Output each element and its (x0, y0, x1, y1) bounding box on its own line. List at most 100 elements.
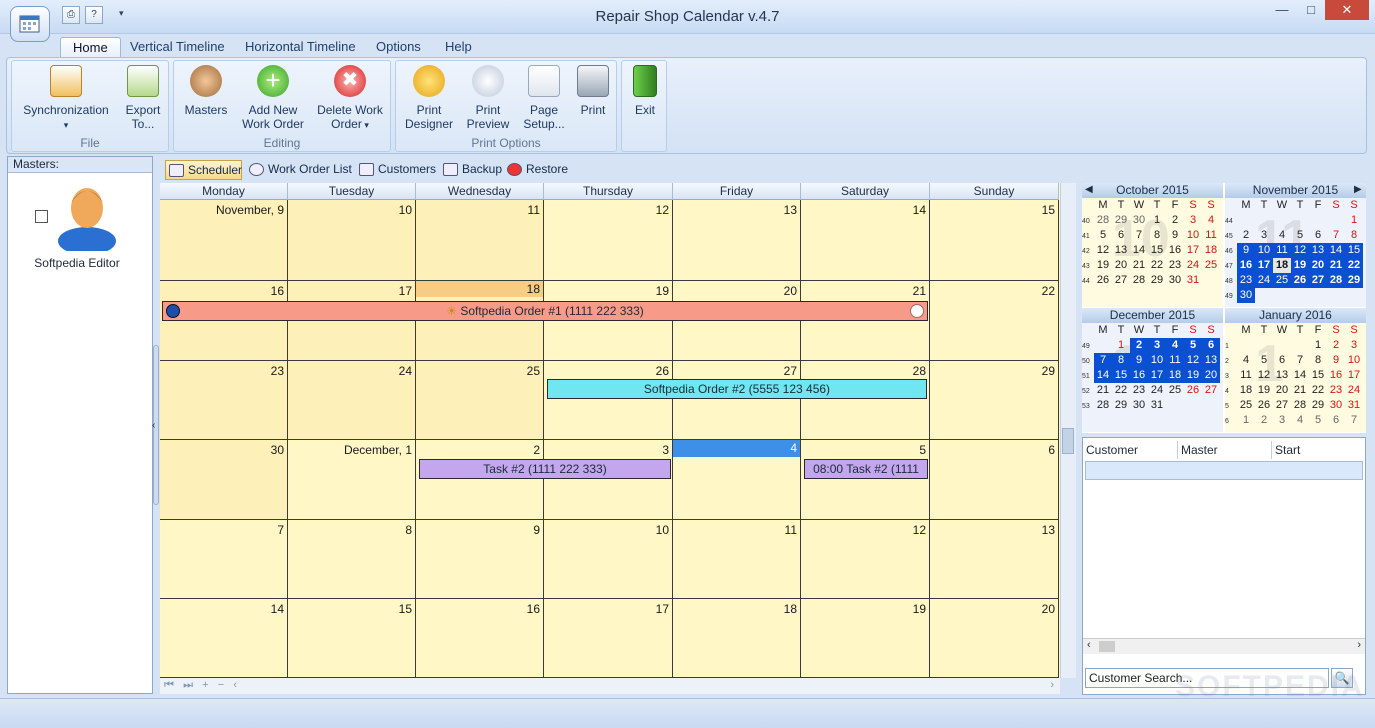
mini-day[interactable]: 28 (1094, 398, 1112, 413)
mini-day[interactable]: 30 (1130, 213, 1148, 228)
mini-day[interactable]: 22 (1309, 383, 1327, 398)
mini-day[interactable]: 24 (1345, 383, 1363, 398)
mini-day[interactable]: 16 (1237, 258, 1255, 273)
mini-day[interactable]: 5 (1291, 228, 1309, 243)
mini-day[interactable]: 20 (1112, 258, 1130, 273)
mini-day[interactable]: 9 (1130, 353, 1148, 368)
day-cell[interactable]: 26 (544, 361, 673, 440)
mini-day[interactable]: 14 (1094, 368, 1112, 383)
mini-day[interactable]: 16 (1130, 368, 1148, 383)
close-button[interactable]: ✕ (1325, 0, 1369, 20)
day-cell[interactable]: 21 (801, 281, 930, 361)
mini-day[interactable]: 20 (1202, 368, 1220, 383)
work-order-event[interactable]: ☀ Softpedia Order #1 (1111 222 333) (162, 301, 928, 321)
mini-day[interactable]: 7 (1130, 228, 1148, 243)
mini-day[interactable]: 15 (1309, 368, 1327, 383)
tab-vertical-timeline[interactable]: Vertical Timeline (118, 37, 237, 59)
mini-day[interactable]: 2 (1327, 338, 1345, 353)
mini-day[interactable]: 22 (1345, 258, 1363, 273)
mini-day[interactable]: 4 (1166, 338, 1184, 353)
mini-day[interactable]: 31 (1345, 398, 1363, 413)
mini-day[interactable]: 2 (1255, 413, 1273, 428)
mini-day[interactable]: 4 (1237, 353, 1255, 368)
mini-day[interactable]: 19 (1255, 383, 1273, 398)
mini-day[interactable]: 3 (1184, 213, 1202, 228)
mini-day[interactable]: 7 (1291, 353, 1309, 368)
mini-day[interactable]: 1 (1345, 213, 1363, 228)
mini-day[interactable]: 21 (1291, 383, 1309, 398)
mini-day[interactable]: 1 (1112, 338, 1130, 353)
tab-options[interactable]: Options (364, 37, 433, 59)
day-cell[interactable]: 19 (801, 599, 930, 678)
mini-day[interactable]: 24 (1184, 258, 1202, 273)
mini-day[interactable]: 21 (1130, 258, 1148, 273)
mini-day[interactable]: 7 (1327, 228, 1345, 243)
mini-day[interactable]: 6 (1273, 353, 1291, 368)
grid-header-master[interactable]: Master (1178, 441, 1272, 459)
mini-day[interactable]: 13 (1273, 368, 1291, 383)
day-cell[interactable]: 12 (544, 200, 673, 281)
mini-day[interactable]: 26 (1184, 383, 1202, 398)
mini-day[interactable]: 11 (1237, 368, 1255, 383)
mini-day[interactable]: 13 (1202, 353, 1220, 368)
mini-day[interactable]: 29 (1309, 398, 1327, 413)
mini-day[interactable]: 14 (1327, 243, 1345, 258)
work-order-event[interactable]: Softpedia Order #2 (5555 123 456) (547, 379, 927, 399)
day-cell[interactable]: 14 (801, 200, 930, 281)
mini-day[interactable]: 13 (1309, 243, 1327, 258)
mini-day[interactable]: 24 (1148, 383, 1166, 398)
scrollbar-thumb[interactable] (1099, 641, 1115, 652)
mini-day[interactable]: 20 (1273, 383, 1291, 398)
day-cell[interactable]: 22 (930, 281, 1059, 361)
mini-day[interactable]: 4 (1273, 228, 1291, 243)
mini-day[interactable]: 5 (1309, 413, 1327, 428)
mini-day[interactable]: 15 (1148, 243, 1166, 258)
masters-button[interactable]: Masters (178, 65, 234, 117)
mini-day[interactable]: 16 (1327, 368, 1345, 383)
day-cell[interactable]: 30 (160, 440, 288, 520)
mini-day[interactable]: 26 (1291, 273, 1309, 288)
exit-button[interactable]: Exit (626, 65, 664, 117)
mini-day[interactable]: 29 (1112, 398, 1130, 413)
table-row[interactable] (1085, 461, 1363, 480)
mini-day[interactable]: 12 (1094, 243, 1112, 258)
maximize-button[interactable]: □ (1297, 0, 1325, 20)
mini-day[interactable]: 22 (1112, 383, 1130, 398)
tab-backup[interactable]: Backup (440, 160, 502, 180)
day-cell[interactable]: 13 (930, 520, 1059, 599)
day-cell[interactable]: 15 (930, 200, 1059, 281)
scroll-left-icon[interactable]: ‹ (1087, 639, 1091, 651)
mini-day[interactable]: 24 (1255, 273, 1273, 288)
mini-day[interactable]: 23 (1237, 273, 1255, 288)
collapse-arrow-icon[interactable]: ‹ (152, 420, 155, 431)
print-designer-button[interactable]: Print Designer (400, 65, 458, 131)
day-cell[interactable]: 6 (930, 440, 1059, 520)
mini-day[interactable]: 6 (1327, 413, 1345, 428)
day-cell[interactable]: 11 (416, 200, 544, 281)
mini-day[interactable]: 21 (1094, 383, 1112, 398)
mini-day[interactable]: 28 (1094, 213, 1112, 228)
mini-day[interactable]: 25 (1166, 383, 1184, 398)
mini-day[interactable]: 28 (1327, 273, 1345, 288)
mini-day[interactable]: 4 (1202, 213, 1220, 228)
day-cell[interactable]: 25 (416, 361, 544, 440)
mini-day[interactable]: 9 (1327, 353, 1345, 368)
export-button[interactable]: Export To... (120, 65, 166, 131)
day-cell[interactable]: 4 (673, 440, 801, 520)
application-menu-button[interactable] (10, 6, 50, 42)
work-order-event[interactable]: 08:00 Task #2 (1111 (804, 459, 928, 479)
mini-day[interactable]: 2 (1166, 213, 1184, 228)
mini-day[interactable]: 18 (1166, 368, 1184, 383)
minimize-button[interactable]: — (1268, 0, 1296, 20)
day-cell[interactable]: 14 (160, 599, 288, 678)
scroll-left-icon[interactable]: ‹ (233, 679, 237, 691)
mini-day[interactable]: 17 (1255, 258, 1273, 273)
mini-day[interactable]: 1 (1237, 413, 1255, 428)
mini-day[interactable]: 26 (1255, 398, 1273, 413)
mini-day[interactable]: 3 (1273, 413, 1291, 428)
mini-day[interactable]: 6 (1112, 228, 1130, 243)
prev-month-icon[interactable]: ◀ (1085, 184, 1093, 195)
mini-day[interactable]: 14 (1130, 243, 1148, 258)
mini-day[interactable]: 11 (1166, 353, 1184, 368)
day-cell[interactable]: 16 (160, 281, 288, 361)
